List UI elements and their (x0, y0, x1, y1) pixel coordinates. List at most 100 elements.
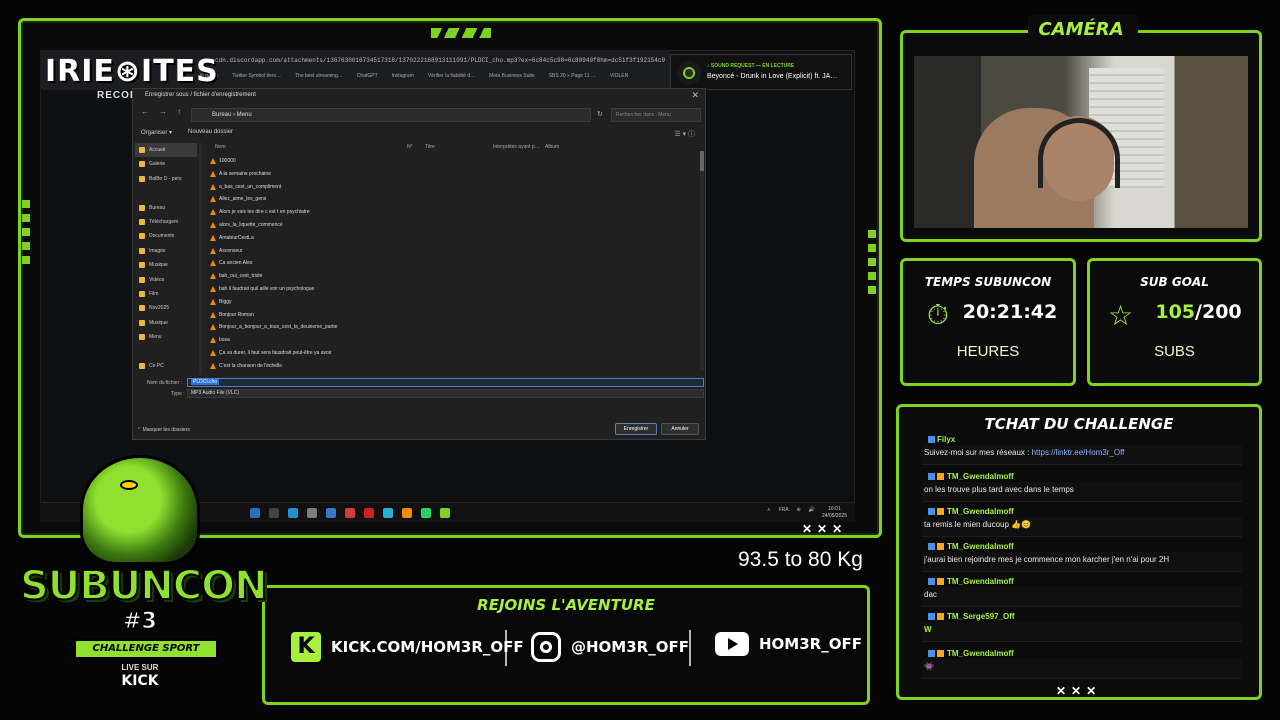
nav-item-nov2025[interactable]: Nov2025 (135, 301, 197, 315)
tray-expand-icon[interactable]: ∧ (767, 507, 771, 513)
nav-item-music-2[interactable]: Musique (135, 316, 197, 330)
timer-title: TEMPS SUBUNCON (924, 275, 1052, 289)
file-list-scrollbar[interactable] (700, 151, 704, 371)
bookmark[interactable]: ChatGPT (357, 70, 378, 82)
nav-item-this-pc[interactable]: Ce PC (135, 359, 197, 373)
nav-item-images[interactable]: Images (135, 244, 197, 258)
search-icon[interactable] (269, 508, 279, 518)
app-icon[interactable] (345, 508, 355, 518)
chat-text: W (922, 622, 1242, 642)
app-icon[interactable] (288, 508, 298, 518)
nav-item-film[interactable]: Film (135, 287, 197, 301)
organize-button[interactable]: Organiser ▾ (141, 129, 172, 136)
list-item[interactable]: 100000 (209, 155, 699, 168)
list-item[interactable]: bosa (209, 334, 699, 347)
document-icon (139, 233, 145, 240)
app-icon[interactable] (364, 508, 374, 518)
cancel-button[interactable]: Annuler (661, 423, 699, 435)
network-icon[interactable]: ⊕ (797, 507, 801, 513)
view-options-icon[interactable]: ☰ ▾ ⓘ (674, 129, 695, 139)
bookmark[interactable]: Meta Business Suite (489, 70, 535, 82)
app-icon[interactable] (383, 508, 393, 518)
list-item[interactable]: AmateurCestLa (209, 232, 699, 245)
new-folder-button[interactable]: Nouveau dossier (188, 129, 233, 136)
instagram-icon (531, 632, 561, 662)
app-icon[interactable] (307, 508, 317, 518)
bookmark[interactable]: VIOLEN (610, 70, 628, 82)
timer-value: 20:21:42 (962, 301, 1058, 323)
folder-icon (139, 334, 145, 341)
youtube-social: HOM3R_OFF (715, 632, 862, 656)
badge-icon (928, 473, 935, 481)
list-item[interactable]: bah_oui_cest_triste (209, 270, 699, 283)
column-album[interactable]: Album (545, 141, 559, 153)
instagram-handle: @HOM3R_OFF (571, 638, 689, 656)
vlc-icon[interactable] (402, 508, 412, 518)
nav-item-documents[interactable]: Documents (135, 229, 197, 243)
timer-unit: HEURES (956, 343, 1020, 360)
list-item[interactable]: Ca ancien Alex (209, 257, 699, 270)
nav-item-desktop[interactable]: Bureau (135, 201, 197, 215)
list-item[interactable]: A la semaine prochaine (209, 168, 699, 181)
list-item[interactable]: Ça va durer, il faut sera fausdrait peut… (209, 347, 699, 360)
list-item[interactable]: bah il faudrait quil aille voir un psych… (209, 283, 699, 296)
list-item[interactable]: Bonjour Roman (209, 309, 699, 322)
language-indicator[interactable]: FRA (779, 507, 789, 513)
sub-badge-icon (937, 543, 944, 551)
list-item[interactable]: Allez_aime_les_gens (209, 193, 699, 206)
nav-item-videos[interactable]: Vidéos (135, 273, 197, 287)
refresh-icon[interactable]: ↻ (597, 110, 603, 118)
list-item[interactable]: Alors je vais tes dire c est t en psychi… (209, 206, 699, 219)
whatsapp-icon[interactable] (421, 508, 431, 518)
save-button[interactable]: Enregistrer (615, 423, 657, 435)
list-item[interactable]: Bonjour_a_bonjour_a_tous_cest_la_deuxiem… (209, 321, 699, 334)
app-icon[interactable] (326, 508, 336, 518)
nav-item-downloads[interactable]: Téléchargem (135, 215, 197, 229)
bookmark[interactable]: SBS 20 » Page 11 … (549, 70, 596, 82)
list-item[interactable]: Biggy (209, 296, 699, 309)
up-arrow-icon[interactable]: ↑ (177, 107, 181, 116)
column-name[interactable]: Nom (215, 141, 226, 153)
vlc-icon (210, 337, 216, 344)
vlc-icon (210, 285, 216, 292)
volume-icon[interactable]: 🔊 (809, 507, 815, 513)
column-title[interactable]: Titre (425, 141, 435, 153)
chat-text: Suivez-moi sur mes réseaux : https://lin… (922, 445, 1242, 465)
address-bar[interactable]: Bureau › Menu (191, 108, 591, 122)
nav-item-music[interactable]: Musique (135, 258, 197, 272)
hide-folders-toggle[interactable]: ⌃ Masquer les dossiers (137, 427, 190, 433)
list-item[interactable]: a_bas_cest_un_compliment (209, 181, 699, 194)
desktop-icon (139, 204, 145, 211)
close-icon[interactable]: ✕ (691, 90, 699, 101)
bookmark[interactable]: The best streaming… (295, 70, 343, 82)
bookmarks-bar: le palais Twitter Symbol tiers… The best… (200, 70, 670, 82)
bookmark[interactable]: Vérifier la fiabilité d… (428, 70, 475, 82)
filetype-select[interactable]: MP3 Audio File (VLC) (187, 389, 704, 398)
list-item[interactable]: C'est la chanson de l'échelle (209, 360, 699, 369)
vlc-icon (210, 196, 216, 203)
bookmark[interactable]: Twitter Symbol tiers… (232, 70, 281, 82)
bookmark[interactable]: Instagram (392, 70, 414, 82)
forward-arrow-icon[interactable]: → (159, 107, 167, 116)
nav-item-personal[interactable]: BalBo D - pers (135, 172, 197, 186)
back-arrow-icon[interactable]: ← (141, 107, 149, 116)
browser-url[interactable]: cdn.discordapp.com/attachments/136763001… (215, 55, 665, 67)
search-input[interactable]: Rechercher dans : Menu (611, 108, 701, 122)
vlc-icon (210, 209, 216, 216)
subgoal-title: SUB GOAL (1140, 275, 1209, 289)
nav-item-gallery[interactable]: Galerie (135, 157, 197, 171)
nav-scrollbar[interactable] (199, 143, 202, 375)
filename-field[interactable]: PLDCI.cho (187, 378, 704, 387)
list-item[interactable]: Ascenseur (209, 245, 699, 258)
nav-item-menu[interactable]: Menu (135, 330, 197, 344)
column-number[interactable]: N° (407, 141, 413, 153)
video-icon (139, 276, 145, 283)
chat-link[interactable]: https://linktr.ee/Hom3r_Off (1032, 448, 1125, 457)
nav-item-home[interactable]: Accueil (135, 143, 197, 158)
app-icon[interactable] (440, 508, 450, 518)
column-artists[interactable]: Interprètes ayant p… (493, 141, 540, 153)
taskbar-clock[interactable]: 16:01 24/05/2025 (822, 506, 847, 520)
list-item[interactable]: alors_la_liquette_commencé (209, 219, 699, 232)
kick-social: K KICK.COM/HOM3R_OFF (291, 632, 524, 662)
social-banner: REJOINS L'AVENTURE K KICK.COM/HOM3R_OFF … (262, 585, 870, 705)
